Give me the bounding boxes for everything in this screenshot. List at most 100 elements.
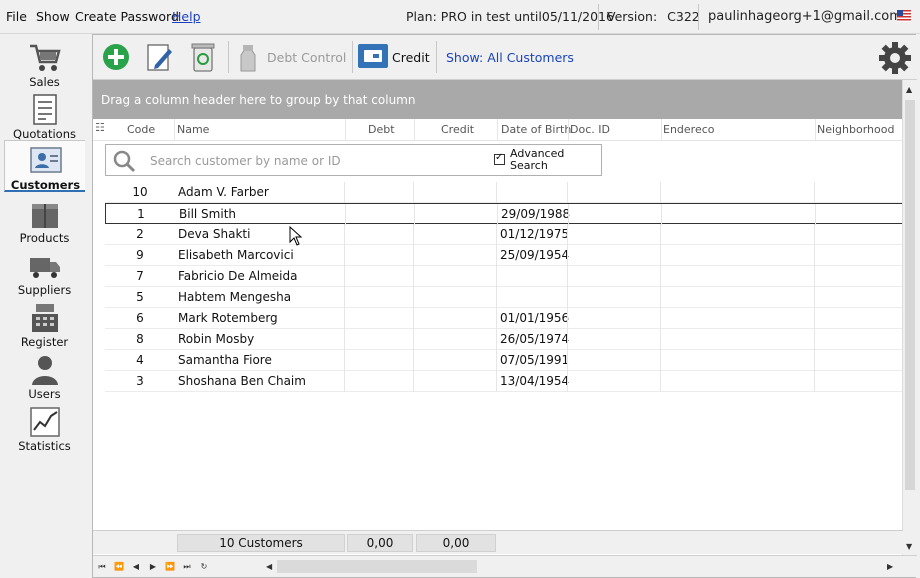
menu-file[interactable]: File [6, 9, 27, 24]
grid-line [496, 371, 497, 392]
horizontal-scrollbar[interactable]: ◀ ▶ [263, 559, 901, 574]
column-divider [414, 119, 415, 141]
grid-line [496, 329, 497, 350]
table-row[interactable]: 7 Fabricio De Almeida [105, 266, 903, 287]
prev-page-icon[interactable]: ⏪ [112, 560, 126, 574]
table-row-selected[interactable]: 1 Bill Smith 29/09/1988 [105, 203, 903, 225]
prev-record-icon[interactable]: ◀ [129, 560, 143, 574]
group-by-area[interactable]: Drag a column header here to group by th… [93, 80, 903, 119]
next-page-icon[interactable]: ⏩ [163, 560, 177, 574]
grid-line [567, 266, 568, 287]
last-page-icon[interactable]: ⏭ [180, 560, 194, 574]
cell-dob: 07/05/1991 [500, 353, 570, 367]
sidebar-item-statistics[interactable]: Statistics [4, 402, 85, 454]
debt-control-icon[interactable] [233, 41, 263, 73]
horizontal-scroll-thumb[interactable] [277, 560, 477, 573]
scroll-right-icon[interactable]: ▶ [887, 562, 893, 571]
table-row[interactable]: 2 Deva Shakti 01/12/1975 [105, 224, 903, 245]
grid-line [344, 245, 345, 266]
vertical-scrollbar[interactable]: ▲ ▼ [902, 80, 916, 556]
advanced-search-label-line2: Search [510, 159, 548, 172]
column-header-credit[interactable]: Credit [441, 123, 474, 136]
column-divider [568, 119, 569, 141]
scroll-left-icon[interactable]: ◀ [266, 562, 272, 571]
column-divider [497, 119, 498, 141]
sidebar-item-customers[interactable]: Customers [4, 140, 85, 192]
table-row[interactable]: 8 Robin Mosby 26/05/1974 [105, 329, 903, 350]
grid-line [814, 287, 815, 308]
column-header-row: ☷ Code Name Debt Credit Date of Birth Do… [93, 119, 903, 141]
sidebar-item-label: Products [19, 231, 70, 245]
column-header-name[interactable]: Name [177, 123, 209, 136]
grid-line [567, 329, 568, 350]
table-row[interactable]: 4 Samantha Fiore 07/05/1991 [105, 350, 903, 371]
sidebar-item-products[interactable]: Products [4, 194, 85, 246]
cell-name: Robin Mosby [178, 332, 255, 346]
document-icon [33, 94, 57, 125]
menu-help[interactable]: Help [172, 9, 201, 24]
toolbar-divider [352, 41, 353, 73]
refresh-icon[interactable]: ↻ [197, 560, 211, 574]
plan-name: PRO [440, 9, 467, 24]
column-header-endereco[interactable]: Endereco [663, 123, 715, 136]
settings-gear-icon[interactable] [878, 41, 912, 75]
grid-line [660, 245, 661, 266]
grid-line [496, 287, 497, 308]
table-row[interactable]: 10 Adam V. Farber [105, 182, 903, 203]
sidebar-item-sales[interactable]: Sales [4, 38, 85, 90]
menu-divider [598, 4, 599, 30]
grid-line [496, 182, 497, 203]
show-filter-dropdown[interactable]: Show: All Customers [446, 50, 574, 65]
plan-date: 05/11/2016 [541, 9, 614, 24]
customer-count: 10 Customers [177, 534, 345, 552]
sidebar-item-quotations[interactable]: Quotations [4, 90, 85, 142]
recycle-bin-icon[interactable] [188, 41, 218, 73]
grid-line [814, 245, 815, 266]
table-row[interactable]: 3 Shoshana Ben Chaim 13/04/1954 [105, 371, 903, 392]
grid-line [497, 204, 498, 225]
column-header-neighborhood[interactable]: Neighborhood [817, 123, 894, 136]
credit-button[interactable] [358, 44, 388, 68]
sidebar-item-register[interactable]: Register [4, 298, 85, 350]
user-email[interactable]: paulinhageorg+1@gmail.com [708, 9, 902, 24]
next-record-icon[interactable]: ▶ [146, 560, 160, 574]
grid-line [496, 224, 497, 245]
search-input[interactable]: Search customer by name or ID [150, 154, 341, 168]
grid-line [413, 182, 414, 203]
menu-change-password[interactable]: Create Password [75, 9, 179, 24]
cell-name: Samantha Fiore [178, 353, 272, 367]
version-label: Version: [607, 9, 658, 24]
scroll-up-icon[interactable]: ▲ [906, 85, 912, 94]
grid-line [567, 245, 568, 266]
table-row[interactable]: 6 Mark Rotemberg 01/01/1956 [105, 308, 903, 329]
column-header-debt[interactable]: Debt [368, 123, 395, 136]
plan-prefix: Plan: [406, 9, 437, 24]
debt-control-label[interactable]: Debt Control [267, 50, 346, 65]
sidebar-item-users[interactable]: Users [4, 350, 85, 402]
column-header-doc-id[interactable]: Doc. ID [570, 123, 610, 136]
first-page-icon[interactable]: ⏮ [95, 560, 109, 574]
vertical-scroll-thumb[interactable] [905, 100, 915, 490]
column-divider [661, 119, 662, 141]
summary-footer: 10 Customers 0,00 0,00 [93, 530, 903, 554]
advanced-search-label[interactable]: Advanced Search [510, 148, 564, 172]
column-chooser-icon[interactable]: ☷ [95, 121, 105, 134]
table-row[interactable]: 9 Elisabeth Marcovici 25/09/1954 [105, 245, 903, 266]
plan-info: Plan: PRO in test until05/11/2016 [406, 9, 614, 24]
credit-label[interactable]: Credit [392, 50, 430, 65]
wallet-icon [364, 50, 382, 62]
add-customer-button[interactable] [101, 41, 131, 73]
column-header-code[interactable]: Code [127, 123, 155, 136]
column-header-date-of-birth[interactable]: Date of Birth [501, 123, 571, 136]
sidebar-item-suppliers[interactable]: Suppliers [4, 246, 85, 298]
debt-total: 0,00 [347, 534, 413, 552]
scroll-down-icon[interactable]: ▼ [906, 542, 912, 551]
grid-line [344, 329, 345, 350]
grid-line [814, 266, 815, 287]
table-row[interactable]: 5 Habtem Mengesha [105, 287, 903, 308]
menu-show[interactable]: Show [36, 9, 70, 24]
us-flag-icon[interactable] [897, 10, 911, 22]
plan-middle: in test until [470, 9, 542, 24]
edit-icon[interactable] [145, 41, 175, 73]
advanced-search-checkbox[interactable] [494, 152, 505, 165]
